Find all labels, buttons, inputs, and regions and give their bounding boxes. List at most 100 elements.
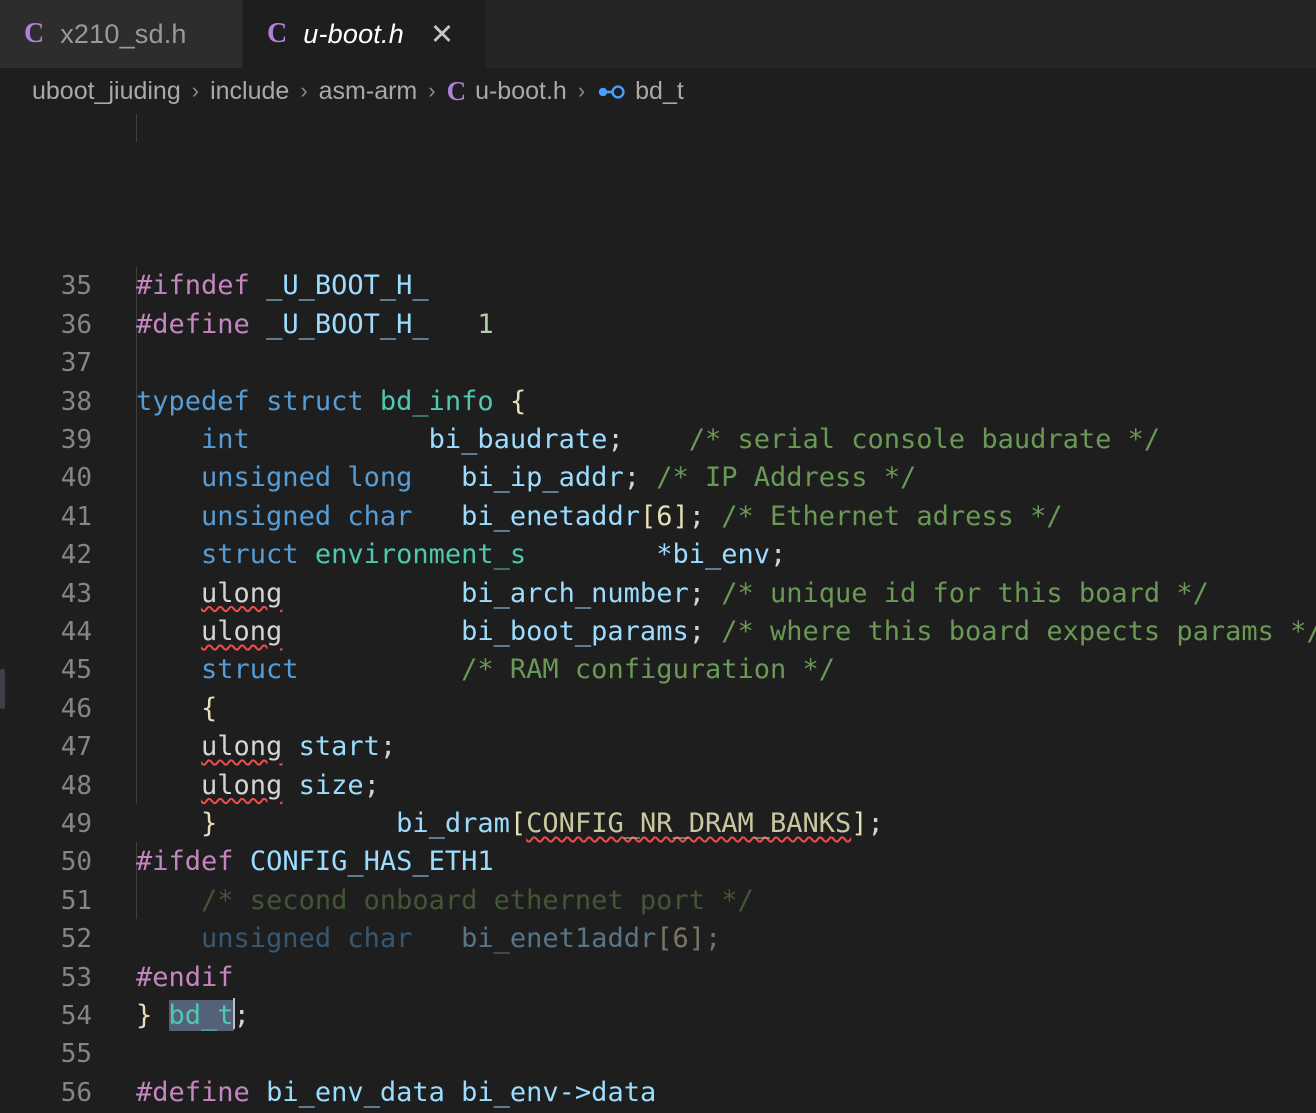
code-text-inactive[interactable]: /* second onboard ethernet port */ [136,882,754,920]
token-comment: /* unique id for this board */ [721,577,1209,609]
token-unknown-type: ulong [201,731,283,763]
code-text[interactable]: } bi_dram[CONFIG_NR_DRAM_BANKS]; [136,805,884,843]
code-text[interactable]: struct environment_s *bi_env; [136,536,786,574]
code-content[interactable]: 35 36 #ifndef _U_BOOT_H_ 37 #define _U_B… [0,229,1316,1113]
code-text[interactable]: ulong bi_boot_params; /* where this boar… [136,613,1316,651]
token-preprocessor: #define [136,308,250,340]
code-text[interactable]: struct /* RAM configuration */ [136,651,835,689]
code-text[interactable]: typedef struct bd_info { [136,383,526,421]
token-comment: /* RAM configuration */ [461,654,836,686]
code-line[interactable]: 57 #define bi_env_data bi_env->data [0,1074,1316,1112]
token-keyword: unsigned char [201,500,413,532]
code-editor[interactable]: 35 36 #ifndef _U_BOOT_H_ 37 #define _U_B… [0,114,1316,1113]
token-type: environment_s [314,539,527,571]
token-comment: /* where this board expects params */ [721,616,1316,647]
code-line[interactable]: 55 } bd_t; [0,997,1316,1069]
token-macro: CONFIG_HAS_ETH1 [249,846,494,878]
token-macro: bi_env_data [266,1076,445,1108]
token-keyword: struct [201,539,299,571]
tab-label: x210_sd.h [60,18,187,49]
chevron-right-icon: › [191,78,200,103]
code-line[interactable]: 37 #define _U_BOOT_H_ 1 [0,306,1316,378]
code-line[interactable]: 48 ulong start; [0,728,1316,800]
code-text-inactive[interactable]: unsigned char bi_enet1addr[6]; [136,920,721,958]
token-brace: } [201,808,218,839]
code-line[interactable]: 56 [0,1035,1316,1108]
code-text[interactable]: ulong start; [136,728,396,766]
token-type: bd_info [379,385,494,417]
token-comment: /* second onboard ethernet port */ [201,884,754,916]
code-line[interactable]: 49 ulong size; [0,767,1316,839]
code-line[interactable]: 47 { [0,690,1316,762]
token-preprocessor: #define [136,1076,250,1108]
token-identifier: bi_arch_number [461,577,689,609]
code-text[interactable]: #ifdef CONFIG_HAS_ETH1 [136,843,494,881]
token-identifier: size [298,769,364,801]
code-text[interactable]: #endif [136,959,234,997]
code-text[interactable]: ulong bi_arch_number; /* unique id for t… [136,575,1209,613]
code-line[interactable]: 51 #ifdef CONFIG_HAS_ETH1 [0,843,1316,915]
code-line[interactable]: 46 struct /* RAM configuration */ [0,651,1316,723]
code-line[interactable]: 41 unsigned long bi_ip_addr; /* IP Addre… [0,459,1316,531]
tab-x210_sd-h[interactable]: C x210_sd.h [0,0,243,68]
breadcrumb-item-file[interactable]: u-boot.h [475,77,567,106]
code-line[interactable]: 52 /* second onboard ethernet port */ [0,882,1316,954]
code-line[interactable]: 54 #endif [0,959,1316,1031]
code-line[interactable]: 40 int bi_baudrate; /* serial console ba… [0,421,1316,493]
token-identifier: bi_enet1addr [461,923,657,955]
code-text[interactable]: } bd_t; [136,997,250,1035]
token-index: [6] [639,500,689,532]
token-identifier: bi_baudrate [428,424,608,455]
selected-symbol[interactable]: bd_t [168,1000,234,1031]
tab-bar-empty-space [487,0,1316,68]
token-brace: } [136,1000,153,1031]
token-keyword: unsigned char [201,923,413,955]
chevron-right-icon: › [428,78,436,103]
token-identifier: bi_env->data [461,1076,657,1108]
code-line[interactable]: 43 struct environment_s *bi_env; [0,536,1316,608]
breadcrumb-item-asm-arm[interactable]: asm-arm [319,77,418,106]
breadcrumb-item-symbol[interactable]: bd_t [635,77,684,106]
code-line[interactable]: 53 unsigned char bi_enet1addr[6]; [0,920,1316,992]
editor-tab-bar: C x210_sd.h C u-boot.h ✕ [0,0,1316,68]
code-line[interactable]: 36 #ifndef _U_BOOT_H_ [0,267,1316,339]
token-identifier: bi_enetaddr [461,500,640,532]
code-line[interactable]: 35 [0,229,1316,301]
token-unknown-type: ulong [201,769,283,801]
code-text[interactable]: { [136,690,217,728]
breadcrumb-item-project[interactable]: uboot_jiuding [32,77,181,106]
breadcrumb-item-include[interactable]: include [210,77,289,106]
token-preprocessor: #ifndef [136,270,250,302]
token-keyword: typedef [136,385,250,417]
token-index: [6] [656,923,705,955]
close-icon[interactable]: ✕ [430,19,454,49]
token-brace: { [201,692,218,724]
interface-symbol-icon [596,82,626,102]
breadcrumb: uboot_jiuding › include › asm-arm › C u-… [0,68,1316,114]
code-text[interactable]: #define _U_BOOT_H_ 1 [136,306,494,344]
code-line[interactable]: 38 [0,344,1316,417]
code-text[interactable]: unsigned char bi_enetaddr[6]; /* Etherne… [136,498,1063,536]
c-file-icon: C [24,18,45,49]
token-macro: _U_BOOT_H_ [266,270,429,302]
token-identifier: bi_boot_params [461,616,689,647]
code-text[interactable]: ulong size; [136,767,380,805]
token-preprocessor: #endif [136,961,234,993]
indent-guide [136,114,137,142]
token-identifier: *bi_env [656,539,771,571]
code-line[interactable]: 42 unsigned char bi_enetaddr[6]; /* Ethe… [0,498,1316,570]
tab-u-boot-h[interactable]: C u-boot.h ✕ [243,0,487,68]
code-line[interactable]: 50 } bi_dram[CONFIG_NR_DRAM_BANKS]; [0,805,1316,877]
code-text[interactable]: int bi_baudrate; /* serial console baudr… [136,421,1160,459]
token-brace: { [509,385,527,417]
code-line[interactable]: 39 typedef struct bd_info { [0,383,1316,455]
token-comment: /* serial console baudrate */ [688,424,1161,455]
token-comment: /* IP Address */ [656,462,917,494]
token-preprocessor: #ifdef [136,846,234,878]
token-macro-constant: CONFIG_NR_DRAM_BANKS [526,808,852,839]
code-line[interactable]: 45 ulong bi_boot_params; /* where this b… [0,613,1316,685]
code-text[interactable]: unsigned long bi_ip_addr; /* IP Address … [136,459,916,497]
code-text[interactable]: #ifndef _U_BOOT_H_ [136,267,429,305]
code-line[interactable]: 44 ulong bi_arch_number; /* unique id fo… [0,575,1316,647]
code-text[interactable]: #define bi_env_data bi_env->data [136,1074,656,1112]
